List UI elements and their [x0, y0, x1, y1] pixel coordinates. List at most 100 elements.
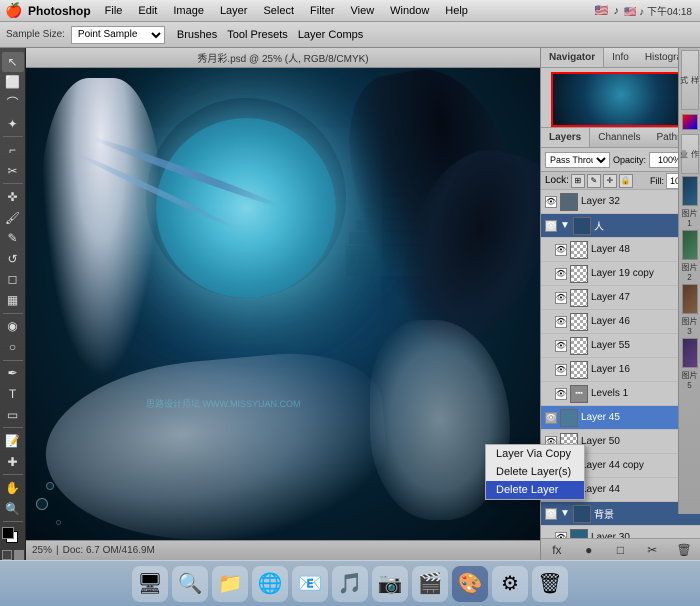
layer-item[interactable]: 👁 Layer 46 🔒: [541, 310, 700, 334]
layer-item-selected[interactable]: 👁 Layer 45 🔒: [541, 406, 700, 430]
layer-item-group[interactable]: 👁 ▼ 人: [541, 214, 700, 238]
new-group-button[interactable]: □: [610, 541, 630, 559]
text-tool[interactable]: T: [2, 384, 24, 404]
ctx-layer-via-copy[interactable]: Layer Via Copy: [486, 445, 584, 463]
layer-visibility-toggle[interactable]: 👁: [555, 316, 567, 328]
new-layer-button[interactable]: ✂: [642, 541, 662, 559]
layer-item-group[interactable]: 👁 ▼ 背景: [541, 502, 700, 526]
sample-size-select[interactable]: Point Sample 3 by 3 Average: [71, 26, 165, 44]
eraser-tool[interactable]: ◻: [2, 270, 24, 290]
dock-settings[interactable]: ⚙: [492, 566, 528, 602]
separator-5: [3, 427, 23, 428]
menu-filter[interactable]: Filter: [302, 0, 342, 22]
menu-layer[interactable]: Layer: [212, 0, 256, 22]
menu-select[interactable]: Select: [255, 0, 302, 22]
brush-tool[interactable]: 🖌: [2, 208, 24, 228]
layer-item[interactable]: 👁 Layer 30: [541, 526, 700, 538]
layer-visibility-toggle[interactable]: 👁: [555, 388, 567, 400]
thumbnail-3[interactable]: [682, 284, 698, 314]
bubble-2: [46, 482, 54, 490]
group-arrow[interactable]: ▼: [560, 508, 570, 519]
layer-visibility-toggle[interactable]: 👁: [545, 412, 557, 424]
blend-mode-select[interactable]: Pass Through Normal Multiply Screen: [545, 152, 610, 168]
thumbnail-5[interactable]: [682, 338, 698, 368]
eyedropper-tool[interactable]: ✚: [2, 452, 24, 472]
healing-brush[interactable]: ✜: [2, 187, 24, 207]
layer-visibility-toggle[interactable]: 👁: [555, 244, 567, 256]
layer-item[interactable]: 👁 Layer 32 🔒: [541, 190, 700, 214]
menu-image[interactable]: Image: [165, 0, 212, 22]
color-swatches[interactable]: [2, 527, 24, 547]
delete-layer-button[interactable]: 🗑: [674, 541, 694, 559]
menu-edit[interactable]: Edit: [130, 0, 165, 22]
lock-all-icon[interactable]: 🔒: [619, 174, 633, 188]
menu-file[interactable]: File: [97, 0, 131, 22]
tab-layers[interactable]: Layers: [541, 128, 590, 147]
thumbnail-2[interactable]: [682, 230, 698, 260]
layer-visibility-toggle[interactable]: 👁: [545, 196, 557, 208]
ctx-delete-layers[interactable]: Delete Layer(s): [486, 463, 584, 481]
menu-window[interactable]: Window: [382, 0, 437, 22]
slice-tool[interactable]: ✂: [2, 161, 24, 181]
dock-search[interactable]: 🔍: [172, 566, 208, 602]
dock-photoshop[interactable]: 🎨: [452, 566, 488, 602]
layer-item[interactable]: 👁 Layer 19 copy: [541, 262, 700, 286]
dock-video[interactable]: 🎬: [412, 566, 448, 602]
layer-item[interactable]: 👁 Layer 48: [541, 238, 700, 262]
quickmask-mode[interactable]: [14, 550, 24, 560]
zoom-tool[interactable]: 🔍: [2, 499, 24, 519]
layer-visibility-toggle[interactable]: 👁: [555, 364, 567, 376]
lock-position-icon[interactable]: ✛: [603, 174, 617, 188]
lock-transparent-icon[interactable]: ⊞: [571, 174, 585, 188]
new-fill-button[interactable]: ●: [579, 541, 599, 559]
homework-section[interactable]: 作业: [681, 134, 699, 174]
notes-tool[interactable]: 📝: [2, 431, 24, 451]
lock-image-icon[interactable]: ✎: [587, 174, 601, 188]
menu-view[interactable]: View: [343, 0, 383, 22]
styles-section[interactable]: 样式: [681, 50, 699, 110]
shape-tool[interactable]: ▭: [2, 405, 24, 425]
layer-item-adjustment[interactable]: 👁 ▪▪▪ Levels 1: [541, 382, 700, 406]
dock-music[interactable]: 🎵: [332, 566, 368, 602]
separator: |: [56, 545, 59, 556]
layer-item[interactable]: 👁 Layer 55: [541, 334, 700, 358]
layer-item[interactable]: 👁 Layer 47: [541, 286, 700, 310]
fx-button[interactable]: fx: [547, 541, 567, 559]
dock-trash[interactable]: 🗑: [532, 566, 568, 602]
magic-wand-tool[interactable]: ✦: [2, 114, 24, 134]
tab-channels[interactable]: Channels: [590, 128, 648, 147]
layer-name: Layer 16: [591, 364, 683, 375]
layer-visibility-toggle[interactable]: 👁: [555, 268, 567, 280]
layer-visibility-toggle[interactable]: 👁: [545, 508, 557, 520]
lasso-tool[interactable]: ⌒: [2, 93, 24, 113]
dock-finder[interactable]: 🖥: [132, 566, 168, 602]
tab-info[interactable]: Info: [604, 48, 637, 67]
thumbnail-1[interactable]: [682, 176, 698, 206]
dock-mail[interactable]: 📧: [292, 566, 328, 602]
group-arrow[interactable]: ▼: [560, 220, 570, 231]
tab-navigator[interactable]: Navigator: [541, 48, 604, 67]
ctx-delete-layer[interactable]: Delete Layer: [486, 481, 584, 499]
dodge-tool[interactable]: ○: [2, 337, 24, 357]
canvas-content[interactable]: 思路设计师坛 WWW.MISSYUAN.COM: [26, 68, 540, 540]
hand-tool[interactable]: ✋: [2, 478, 24, 498]
layer-visibility-toggle[interactable]: 👁: [555, 340, 567, 352]
menu-help[interactable]: Help: [437, 0, 476, 22]
crop-tool[interactable]: ⌐: [2, 140, 24, 160]
layer-visibility-toggle[interactable]: 👁: [545, 220, 557, 232]
move-tool[interactable]: ↖: [2, 52, 24, 72]
marquee-tool[interactable]: ⬜: [2, 73, 24, 93]
dock-photo[interactable]: 📷: [372, 566, 408, 602]
standard-mode[interactable]: [2, 550, 12, 560]
dock-browser[interactable]: 🌐: [252, 566, 288, 602]
gradient-tool[interactable]: ▦: [2, 290, 24, 310]
layer-visibility-toggle[interactable]: 👁: [555, 292, 567, 304]
blur-tool[interactable]: ◉: [2, 317, 24, 337]
pen-tool[interactable]: ✒: [2, 364, 24, 384]
dock-folder[interactable]: 📁: [212, 566, 248, 602]
history-brush[interactable]: ↺: [2, 249, 24, 269]
menubar: 🍎 Photoshop File Edit Image Layer Select…: [0, 0, 700, 22]
clone-stamp[interactable]: ✎: [2, 228, 24, 248]
apple-menu[interactable]: 🍎: [0, 2, 28, 19]
layer-item[interactable]: 👁 Layer 16 🔒: [541, 358, 700, 382]
